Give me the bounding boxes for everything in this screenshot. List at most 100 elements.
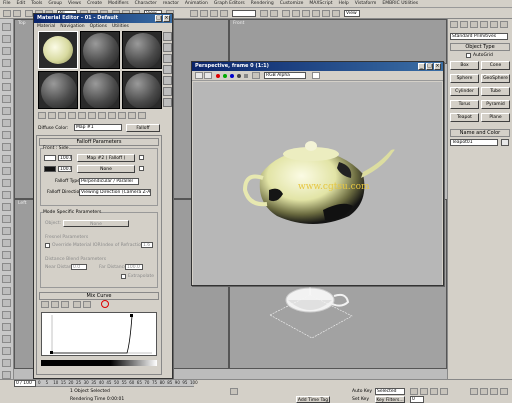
mix-curve-graph[interactable] xyxy=(41,312,157,356)
tool-icon[interactable] xyxy=(2,83,11,91)
object-type-rollout[interactable]: Object Type xyxy=(450,43,510,51)
tool-icon[interactable] xyxy=(2,203,11,211)
put-to-library-icon[interactable] xyxy=(88,112,96,119)
move-point-icon[interactable] xyxy=(41,301,49,308)
primitive-button-tube[interactable]: Tube xyxy=(481,87,510,96)
make-preview-icon[interactable] xyxy=(163,87,172,96)
key-filters-button[interactable]: Key Filters... xyxy=(375,396,405,403)
video-color-check-icon[interactable] xyxy=(163,76,172,85)
menu-item[interactable]: reactor xyxy=(163,1,179,6)
menu-item[interactable]: Modifiers xyxy=(108,1,129,6)
tool-icon[interactable] xyxy=(2,95,11,103)
modify-tab-icon[interactable] xyxy=(460,21,468,28)
hierarchy-tab-icon[interactable] xyxy=(470,21,478,28)
primitive-category-dropdown[interactable]: Standard Primitives xyxy=(450,33,508,40)
menu-item[interactable]: EMBRIC Utilities xyxy=(382,1,418,6)
menu-item[interactable]: MAXScript xyxy=(309,1,332,6)
named-selection-field[interactable] xyxy=(232,10,256,17)
ior-spinner[interactable]: 1.6 xyxy=(141,242,153,248)
mix-curve-rollout[interactable]: Mix Curve xyxy=(39,292,159,300)
sample-slot-2[interactable] xyxy=(80,31,120,69)
create-tab-icon[interactable] xyxy=(450,21,458,28)
maximize-button[interactable]: □ xyxy=(426,63,433,70)
clear-icon[interactable] xyxy=(252,72,260,79)
get-material-icon[interactable] xyxy=(38,112,46,119)
tool-icon[interactable] xyxy=(2,131,11,139)
viewport-front[interactable]: Front xyxy=(229,19,447,64)
tool-icon[interactable] xyxy=(2,179,11,187)
maximize-viewport-icon[interactable] xyxy=(500,388,508,395)
tool-icon[interactable] xyxy=(2,335,11,343)
tool-icon[interactable] xyxy=(2,299,11,307)
undo-icon[interactable] xyxy=(3,10,11,17)
primitive-button-sphere[interactable]: Sphere xyxy=(450,74,479,83)
assign-material-icon[interactable] xyxy=(58,112,66,119)
menu-item[interactable]: Customize xyxy=(280,1,304,6)
primitive-button-torus[interactable]: Torus xyxy=(450,100,479,109)
menu-item[interactable]: Tools xyxy=(31,1,42,6)
side-amount-spinner[interactable]: 100.0 xyxy=(58,166,72,172)
tool-icon[interactable] xyxy=(2,227,11,235)
put-material-icon[interactable] xyxy=(48,112,56,119)
scale-point-icon[interactable] xyxy=(51,301,59,308)
swatch-icon[interactable] xyxy=(312,72,320,79)
percent-snap-icon[interactable] xyxy=(210,10,218,17)
sample-slot-3[interactable] xyxy=(122,31,162,69)
close-button[interactable]: × xyxy=(434,63,441,70)
tool-icon[interactable] xyxy=(2,71,11,79)
monochrome-icon[interactable] xyxy=(244,74,248,78)
primitive-button-cylinder[interactable]: Cylinder xyxy=(450,87,479,96)
timeline-track[interactable]: 0 / 100 0 5 10 15 20 25 30 35 40 45 50 55 60 65 70 75 80… xyxy=(14,380,198,387)
time-slider-thumb[interactable]: 0 / 100 xyxy=(14,380,36,387)
align-icon[interactable] xyxy=(270,10,278,17)
channel-display-dropdown[interactable]: RGB Alpha xyxy=(264,72,306,79)
menu-item[interactable]: Animation xyxy=(185,1,208,6)
menu-item[interactable]: Rendering xyxy=(251,1,274,6)
sample-type-icon[interactable] xyxy=(163,32,172,41)
make-unique-icon[interactable] xyxy=(78,112,86,119)
override-ior-checkbox[interactable] xyxy=(45,243,50,248)
object-name-field[interactable]: Teapot01 xyxy=(450,139,498,146)
set-key-button[interactable]: Set Key xyxy=(352,397,369,402)
redo-icon[interactable] xyxy=(13,10,21,17)
show-map-icon[interactable] xyxy=(108,112,116,119)
sample-slot-6[interactable] xyxy=(122,71,162,109)
render-type-dropdown[interactable]: View xyxy=(344,10,360,17)
autogrid-checkbox[interactable] xyxy=(466,53,471,58)
sample-slot-5[interactable] xyxy=(80,71,120,109)
add-point-icon[interactable] xyxy=(73,301,81,308)
material-menu-item[interactable]: Navigation xyxy=(60,24,84,29)
menu-item[interactable]: Create xyxy=(87,1,102,6)
key-mode-dropdown[interactable]: Selected xyxy=(375,388,405,395)
menu-item[interactable]: File xyxy=(3,1,11,6)
object-pick-button[interactable]: None xyxy=(63,220,129,227)
tool-icon[interactable] xyxy=(2,311,11,319)
go-to-start-icon[interactable] xyxy=(410,388,418,395)
menu-item[interactable]: Vistaform xyxy=(355,1,377,6)
blue-channel-icon[interactable] xyxy=(230,74,234,78)
tool-icon[interactable] xyxy=(2,215,11,223)
tool-icon[interactable] xyxy=(2,107,11,115)
utilities-tab-icon[interactable] xyxy=(500,21,508,28)
object-color-swatch[interactable] xyxy=(501,139,509,146)
display-tab-icon[interactable] xyxy=(490,21,498,28)
tool-icon[interactable] xyxy=(2,263,11,271)
material-menu-item[interactable]: Utilities xyxy=(112,24,129,29)
front-color-swatch[interactable] xyxy=(44,155,56,161)
menu-item[interactable]: Edit xyxy=(17,1,26,6)
quick-render-icon[interactable] xyxy=(332,10,340,17)
go-forward-sibling-icon[interactable] xyxy=(138,112,146,119)
render-scene-icon[interactable] xyxy=(322,10,330,17)
tool-icon[interactable] xyxy=(2,191,11,199)
tool-icon[interactable] xyxy=(2,23,11,31)
motion-tab-icon[interactable] xyxy=(480,21,488,28)
menu-item[interactable]: Help xyxy=(339,1,349,6)
save-bitmap-icon[interactable] xyxy=(195,72,203,79)
sample-slot-1[interactable] xyxy=(38,31,78,69)
falloff-type-dropdown[interactable]: Perpendicular / Parallel xyxy=(79,178,139,185)
mirror-icon[interactable] xyxy=(260,10,268,17)
map-type-button[interactable]: Falloff xyxy=(126,124,160,132)
far-distance-spinner[interactable]: 100.0 xyxy=(125,264,143,270)
red-channel-icon[interactable] xyxy=(216,74,220,78)
material-editor-icon[interactable] xyxy=(312,10,320,17)
